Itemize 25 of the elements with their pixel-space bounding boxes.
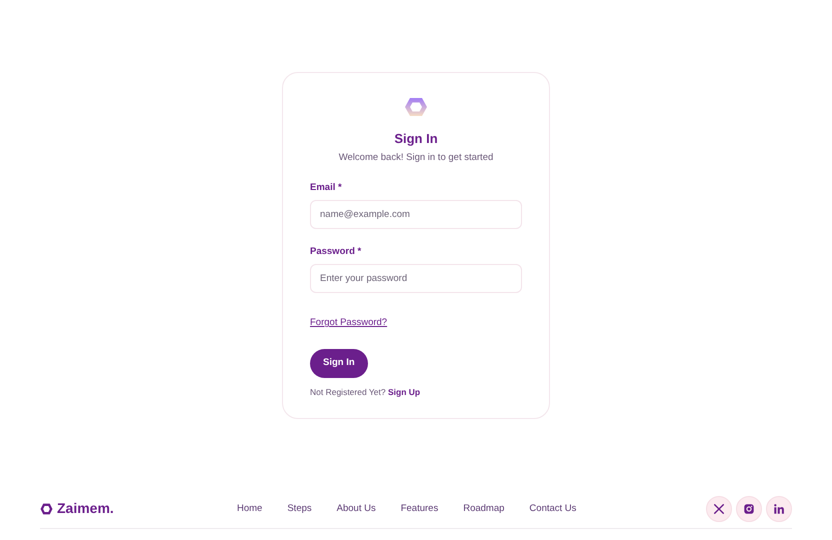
form-title: Sign In [393, 130, 439, 148]
nav-link[interactable]: About Us [336, 502, 376, 516]
nav-link[interactable]: Contact Us [529, 502, 576, 516]
x-icon [713, 502, 725, 515]
social-button[interactable] [706, 496, 732, 522]
nav-link[interactable]: Features [400, 502, 438, 516]
brand-name: Zaimem. [57, 499, 114, 518]
instagram-icon [743, 502, 755, 515]
social-button[interactable] [736, 496, 762, 522]
input-field[interactable]: name@example.com [310, 200, 522, 229]
logo-icon [404, 96, 428, 117]
nav-link[interactable]: Steps [287, 502, 312, 516]
forgot-password-link[interactable]: Forgot Password? [310, 317, 388, 328]
social-button[interactable] [766, 496, 792, 522]
welcome-text: Welcome back! Sign in to get started [338, 150, 494, 164]
nav-link[interactable]: Roadmap [463, 502, 504, 516]
field-label: Email * [310, 180, 343, 195]
sign-up-link[interactable]: Sign Up [388, 386, 420, 396]
logo-icon [40, 502, 53, 515]
input-field[interactable]: Enter your password [310, 264, 522, 294]
sign-in-button[interactable]: Sign In [310, 349, 368, 378]
field-label: Password * [310, 245, 362, 259]
nav-link[interactable]: Home [237, 502, 262, 516]
linkedin-icon [773, 502, 785, 515]
register-prompt: Not Registered Yet? [310, 386, 386, 396]
